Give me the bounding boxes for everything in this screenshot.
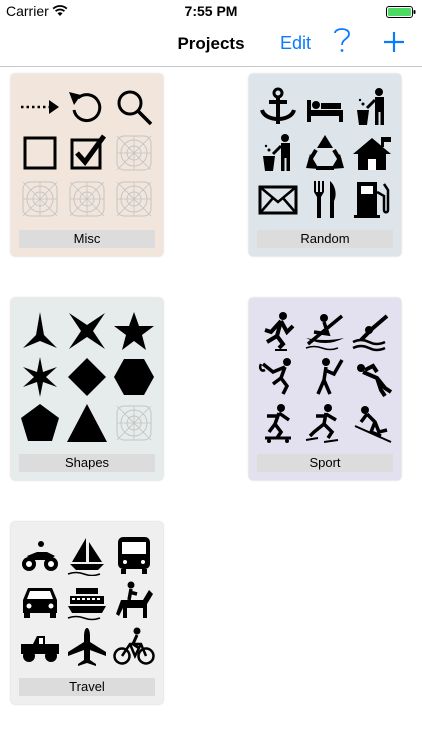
hockey-icon [257,356,299,398]
skateboard-icon [257,402,299,444]
project-thumbnail [255,80,395,226]
star-6-icon [19,356,61,398]
project-label: Sport [257,454,393,472]
diving-icon [351,310,393,352]
trash-person-icon [257,132,299,174]
diamond-icon [66,356,108,398]
hexagon-icon [113,356,155,398]
project-label: Misc [19,230,155,248]
horse-riding-icon [113,580,155,622]
anchor-icon [257,86,299,128]
project-thumbnail [17,528,157,674]
add-project-button[interactable] [383,31,405,53]
status-bar: Carrier 7:55 PM [0,0,422,22]
project-tile-misc[interactable]: Misc [11,74,163,256]
skiing-icon [351,402,393,444]
magnifier-icon [113,86,155,128]
help-button[interactable] [333,26,351,54]
project-label: Shapes [19,454,155,472]
navigation-bar: Projects Edit [0,22,422,67]
project-label: Random [257,230,393,248]
star-4-icon [66,310,108,352]
envelope-icon [257,178,299,220]
edit-button[interactable]: Edit [280,33,311,54]
house-icon [351,132,393,174]
skating-icon [257,310,299,352]
checked-checkbox-icon [66,132,108,174]
ferry-icon [66,580,108,622]
triangle-icon [66,402,108,444]
car-icon [19,580,61,622]
empty-checkbox-icon [19,132,61,174]
blank-icon [113,178,155,220]
kayak-icon [304,310,346,352]
jeep-icon [19,626,61,668]
golf-icon [304,356,346,398]
bus-icon [113,534,155,576]
atv-icon [19,534,61,576]
star-5-icon [113,310,155,352]
pentagon-icon [19,402,61,444]
project-tile-travel[interactable]: Travel [11,522,163,704]
recycle-icon [304,132,346,174]
fork-knife-icon [304,178,346,220]
undo-icon [66,86,108,128]
clock: 7:55 PM [184,3,238,19]
project-thumbnail [255,304,395,450]
battery-icon [386,5,416,18]
fuel-pump-icon [351,178,393,220]
airplane-icon [66,626,108,668]
sailboat-icon [66,534,108,576]
project-tile-random[interactable]: Random [249,74,401,256]
blank-icon [66,178,108,220]
blank-icon [113,402,155,444]
project-tile-shapes[interactable]: Shapes [11,298,163,480]
project-thumbnail [17,304,157,450]
ice-skating-icon [304,402,346,444]
trash-person-icon [351,86,393,128]
scuba-icon [351,356,393,398]
project-thumbnail [17,80,157,226]
question-mark-icon [334,28,350,52]
blank-icon [19,178,61,220]
page-title: Projects [177,34,245,53]
dotted-arrow-icon [19,86,61,128]
bed-icon [304,86,346,128]
plus-icon [384,32,404,52]
project-label: Travel [19,678,155,696]
project-tile-sport[interactable]: Sport [249,298,401,480]
blank-icon [113,132,155,174]
bicycle-icon [113,626,155,668]
star-3-icon [19,310,61,352]
